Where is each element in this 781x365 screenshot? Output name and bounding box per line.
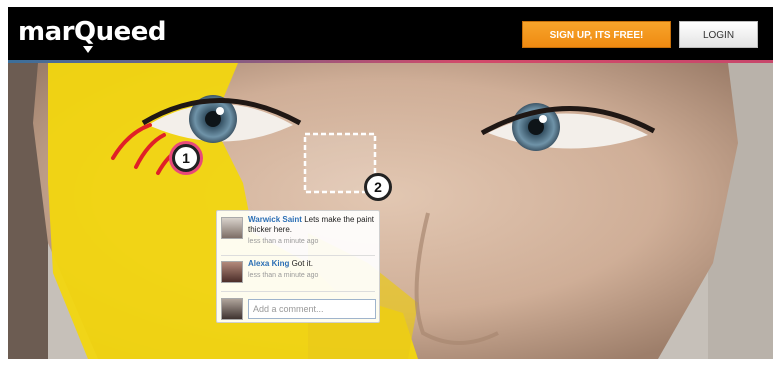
comment-author[interactable]: Alexa King [248, 259, 289, 268]
comment-timestamp: less than a minute ago [248, 272, 319, 279]
comment-timestamp: less than a minute ago [248, 238, 319, 245]
signup-button[interactable]: SIGN UP, ITS FREE! [522, 21, 671, 48]
avatar[interactable] [221, 261, 243, 283]
comment-thread: Warwick Saint Lets make the paint thicke… [216, 210, 380, 323]
header-divider [8, 60, 773, 63]
login-button[interactable]: LOGIN [679, 21, 758, 48]
face-photo [8, 63, 773, 359]
logo-text-end: ueed [95, 17, 167, 47]
avatar[interactable] [221, 217, 243, 239]
annotation-marker-1[interactable]: 1 [172, 144, 200, 172]
comment-input[interactable] [248, 299, 376, 319]
app-screenshot: marQ ueed SIGN UP, ITS FREE! LOGIN 1 2 Wa… [8, 7, 773, 359]
comment-body: Alexa King Got it. less than a minute ag… [248, 259, 374, 281]
logo-text-start: mar [18, 17, 74, 47]
logo-q-letter: Q [73, 17, 96, 47]
top-bar: marQ ueed SIGN UP, ITS FREE! LOGIN [8, 7, 773, 60]
logo-speech-q: Q [73, 17, 96, 53]
comment-text: Got it. [291, 259, 313, 268]
avatar [221, 298, 243, 320]
comment-body: Warwick Saint Lets make the paint thicke… [248, 215, 374, 247]
marqueed-logo[interactable]: marQ ueed [18, 17, 167, 53]
comment-author[interactable]: Warwick Saint [248, 215, 302, 224]
comment-divider [221, 291, 375, 292]
add-comment-row [221, 297, 377, 321]
speech-bubble-tail-icon [82, 46, 93, 53]
comment-divider [221, 255, 375, 256]
annotation-marker-2[interactable]: 2 [364, 173, 392, 201]
